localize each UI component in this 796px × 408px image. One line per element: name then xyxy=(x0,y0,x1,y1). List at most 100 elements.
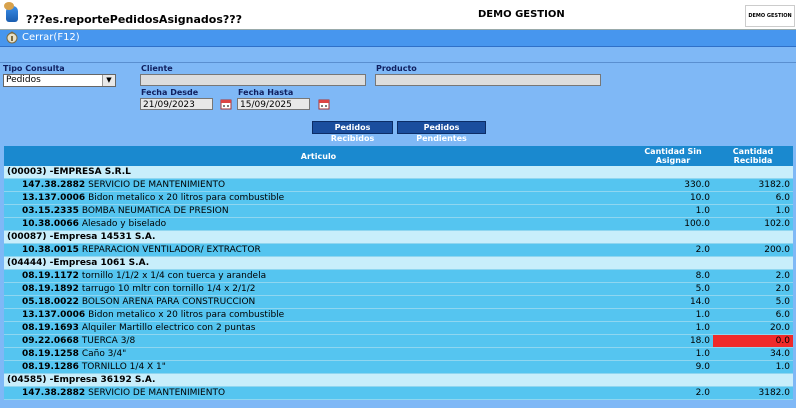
table-row: 08.19.1892 tarrugo 10 mltr con tornillo … xyxy=(4,282,793,296)
articulo-cell: 147.38.2882 SERVICIO DE MANTENIMIENTO xyxy=(4,178,633,192)
table-row: 08.19.1258 Caño 3/4" 1.0 34.0 xyxy=(4,347,793,361)
sin-asignar-cell: 5.0 xyxy=(633,282,713,296)
articulo-code: 08.19.1172 xyxy=(22,271,79,281)
producto-label: Producto xyxy=(376,64,417,73)
articulo-description: tarrugo 10 mltr con tornillo 1/4 x 2/1/2 xyxy=(81,284,256,294)
table-row: 13.137.0006 Bidon metalico x 20 litros p… xyxy=(4,191,793,205)
recibida-cell: 3182.0 xyxy=(713,386,793,400)
producto-input[interactable] xyxy=(375,74,601,86)
close-button[interactable]: Cerrar(F12) xyxy=(22,32,80,43)
fecha-hasta-label: Fecha Hasta xyxy=(238,88,294,97)
articulo-description: Bidon metalico x 20 litros para combusti… xyxy=(88,193,285,203)
sin-asignar-cell: 1.0 xyxy=(633,321,713,335)
sin-asignar-cell: 9.0 xyxy=(633,360,713,374)
fecha-hasta-input[interactable]: 15/09/2025 xyxy=(237,98,310,110)
articulo-cell: 05.18.0022 BOLSON ARENA PARA CONSTRUCCIO… xyxy=(4,295,633,309)
tipo-consulta-label: Tipo Consulta xyxy=(3,64,65,73)
articulo-cell: 08.19.1258 Caño 3/4" xyxy=(4,347,633,361)
tipo-consulta-select[interactable]: Pedidos ▼ xyxy=(3,74,116,87)
articulo-cell: 10.38.0066 Alesado y biselado xyxy=(4,217,633,231)
recibida-cell: 102.0 xyxy=(713,217,793,231)
group-row: (00003) -EMPRESA S.R.L xyxy=(4,166,793,179)
table-row: 13.137.0006 Bidon metalico x 20 litros p… xyxy=(4,308,793,322)
sin-asignar-cell: 100.0 xyxy=(633,217,713,231)
articulo-description: Bidon metalico x 20 litros para combusti… xyxy=(88,310,285,320)
articulo-code: 08.19.1258 xyxy=(22,349,79,359)
articulo-code: 10.38.0015 xyxy=(22,245,79,255)
table-header-row: Articulo Cantidad Sin Asignar Cantidad R… xyxy=(4,146,793,166)
recibida-cell: 200.0 xyxy=(713,243,793,257)
recibida-cell: 20.0 xyxy=(713,321,793,335)
articulo-code: 10.38.0066 xyxy=(22,219,79,229)
close-icon[interactable] xyxy=(6,31,18,44)
articulo-cell: 13.137.0006 Bidon metalico x 20 litros p… xyxy=(4,191,633,205)
recibida-cell: 3182.0 xyxy=(713,178,793,192)
sin-asignar-cell: 14.0 xyxy=(633,295,713,309)
articulo-cell: 08.19.1892 tarrugo 10 mltr con tornillo … xyxy=(4,282,633,296)
recibida-cell: 1.0 xyxy=(713,360,793,374)
table-body: (00003) -EMPRESA S.R.L 147.38.2882 SERVIC… xyxy=(4,166,793,400)
articulo-code: 147.38.2882 xyxy=(22,180,86,190)
group-label: (04444) -Empresa 1061 S.A. xyxy=(4,256,793,270)
articulo-description: Alesado y biselado xyxy=(81,219,167,229)
recibida-cell: 1.0 xyxy=(713,204,793,218)
toolbar: Cerrar(F12) xyxy=(0,30,796,47)
table-row: 147.38.2882 SERVICIO DE MANTENIMIENTO 2.0… xyxy=(4,386,793,400)
table-row: 08.19.1286 TORNILLO 1/4 X 1" 9.0 1.0 xyxy=(4,360,793,374)
recibida-cell: 34.0 xyxy=(713,347,793,361)
articulo-code: 08.19.1892 xyxy=(22,284,79,294)
articulo-description: TORNILLO 1/4 X 1" xyxy=(81,362,166,372)
sin-asignar-cell: 330.0 xyxy=(633,178,713,192)
table-row: 05.18.0022 BOLSON ARENA PARA CONSTRUCCIO… xyxy=(4,295,793,309)
sin-asignar-cell: 8.0 xyxy=(633,269,713,283)
articulo-description: Caño 3/4" xyxy=(81,349,127,359)
table-row: 03.15.2335 BOMBA NEUMATICA DE PRESION 1.0… xyxy=(4,204,793,218)
calendar-icon[interactable] xyxy=(318,98,330,110)
calendar-icon[interactable] xyxy=(220,98,232,110)
recibida-cell: 6.0 xyxy=(713,308,793,322)
sin-asignar-cell: 2.0 xyxy=(633,243,713,257)
articulo-code: 13.137.0006 xyxy=(22,193,86,203)
chevron-down-icon: ▼ xyxy=(102,75,115,86)
table-row: 08.19.1172 tornillo 1/1/2 x 1/4 con tuer… xyxy=(4,269,793,283)
sin-asignar-cell: 1.0 xyxy=(633,308,713,322)
company-logo: DEMO GESTION xyxy=(745,5,795,27)
recibida-column-header: Cantidad Recibida xyxy=(713,146,793,166)
pedidos-recibidos-button[interactable]: Pedidos Recibidos xyxy=(312,121,393,143)
group-label: (04585) -Empresa 36192 S.A. xyxy=(4,373,793,387)
group-label: (00087) -Empresa 14531 S.A. xyxy=(4,230,793,244)
articulo-code: 147.38.2882 xyxy=(22,388,86,398)
articulo-description: Alquiler Martillo electrico con 2 puntas xyxy=(81,323,256,333)
sin-asignar-cell: 2.0 xyxy=(633,386,713,400)
group-row: (04444) -Empresa 1061 S.A. xyxy=(4,256,793,270)
articulo-code: 03.15.2335 xyxy=(22,206,79,216)
sin-asignar-cell: 10.0 xyxy=(633,191,713,205)
filter-form: Tipo Consulta Pedidos ▼ Cliente Producto… xyxy=(0,62,796,145)
recibida-cell: 6.0 xyxy=(713,191,793,205)
report-table: Articulo Cantidad Sin Asignar Cantidad R… xyxy=(4,146,793,400)
articulo-code: 08.19.1693 xyxy=(22,323,79,333)
articulo-cell: 08.19.1693 Alquiler Martillo electrico c… xyxy=(4,321,633,335)
articulo-description: BOLSON ARENA PARA CONSTRUCCION xyxy=(81,297,256,307)
table-row: 08.19.1693 Alquiler Martillo electrico c… xyxy=(4,321,793,335)
group-row: (00087) -Empresa 14531 S.A. xyxy=(4,230,793,244)
fecha-desde-label: Fecha Desde xyxy=(141,88,199,97)
fecha-desde-input[interactable]: 21/09/2023 xyxy=(140,98,213,110)
cliente-label: Cliente xyxy=(141,64,173,73)
articulo-cell: 147.38.2882 SERVICIO DE MANTENIMIENTO xyxy=(4,386,633,400)
cliente-input[interactable] xyxy=(140,74,366,86)
articulo-cell: 03.15.2335 BOMBA NEUMATICA DE PRESION xyxy=(4,204,633,218)
articulo-code: 09.22.0668 xyxy=(22,336,79,346)
top-bar: ???es.reportePedidosAsignados??? DEMO GE… xyxy=(0,0,796,30)
articulo-cell: 08.19.1172 tornillo 1/1/2 x 1/4 con tuer… xyxy=(4,269,633,283)
articulo-cell: 10.38.0015 REPARACION VENTILADOR/ EXTRAC… xyxy=(4,243,633,257)
articulo-code: 05.18.0022 xyxy=(22,297,79,307)
page-title: ???es.reportePedidosAsignados??? xyxy=(26,13,243,26)
pedidos-pendientes-button[interactable]: Pedidos Pendientes xyxy=(397,121,486,143)
articulo-code: 13.137.0006 xyxy=(22,310,86,320)
articulo-cell: 13.137.0006 Bidon metalico x 20 litros p… xyxy=(4,308,633,322)
articulo-cell: 08.19.1286 TORNILLO 1/4 X 1" xyxy=(4,360,633,374)
tipo-consulta-value: Pedidos xyxy=(6,75,41,85)
table-row: 10.38.0066 Alesado y biselado 100.0 102.0 xyxy=(4,217,793,231)
group-row: (04585) -Empresa 36192 S.A. xyxy=(4,373,793,387)
